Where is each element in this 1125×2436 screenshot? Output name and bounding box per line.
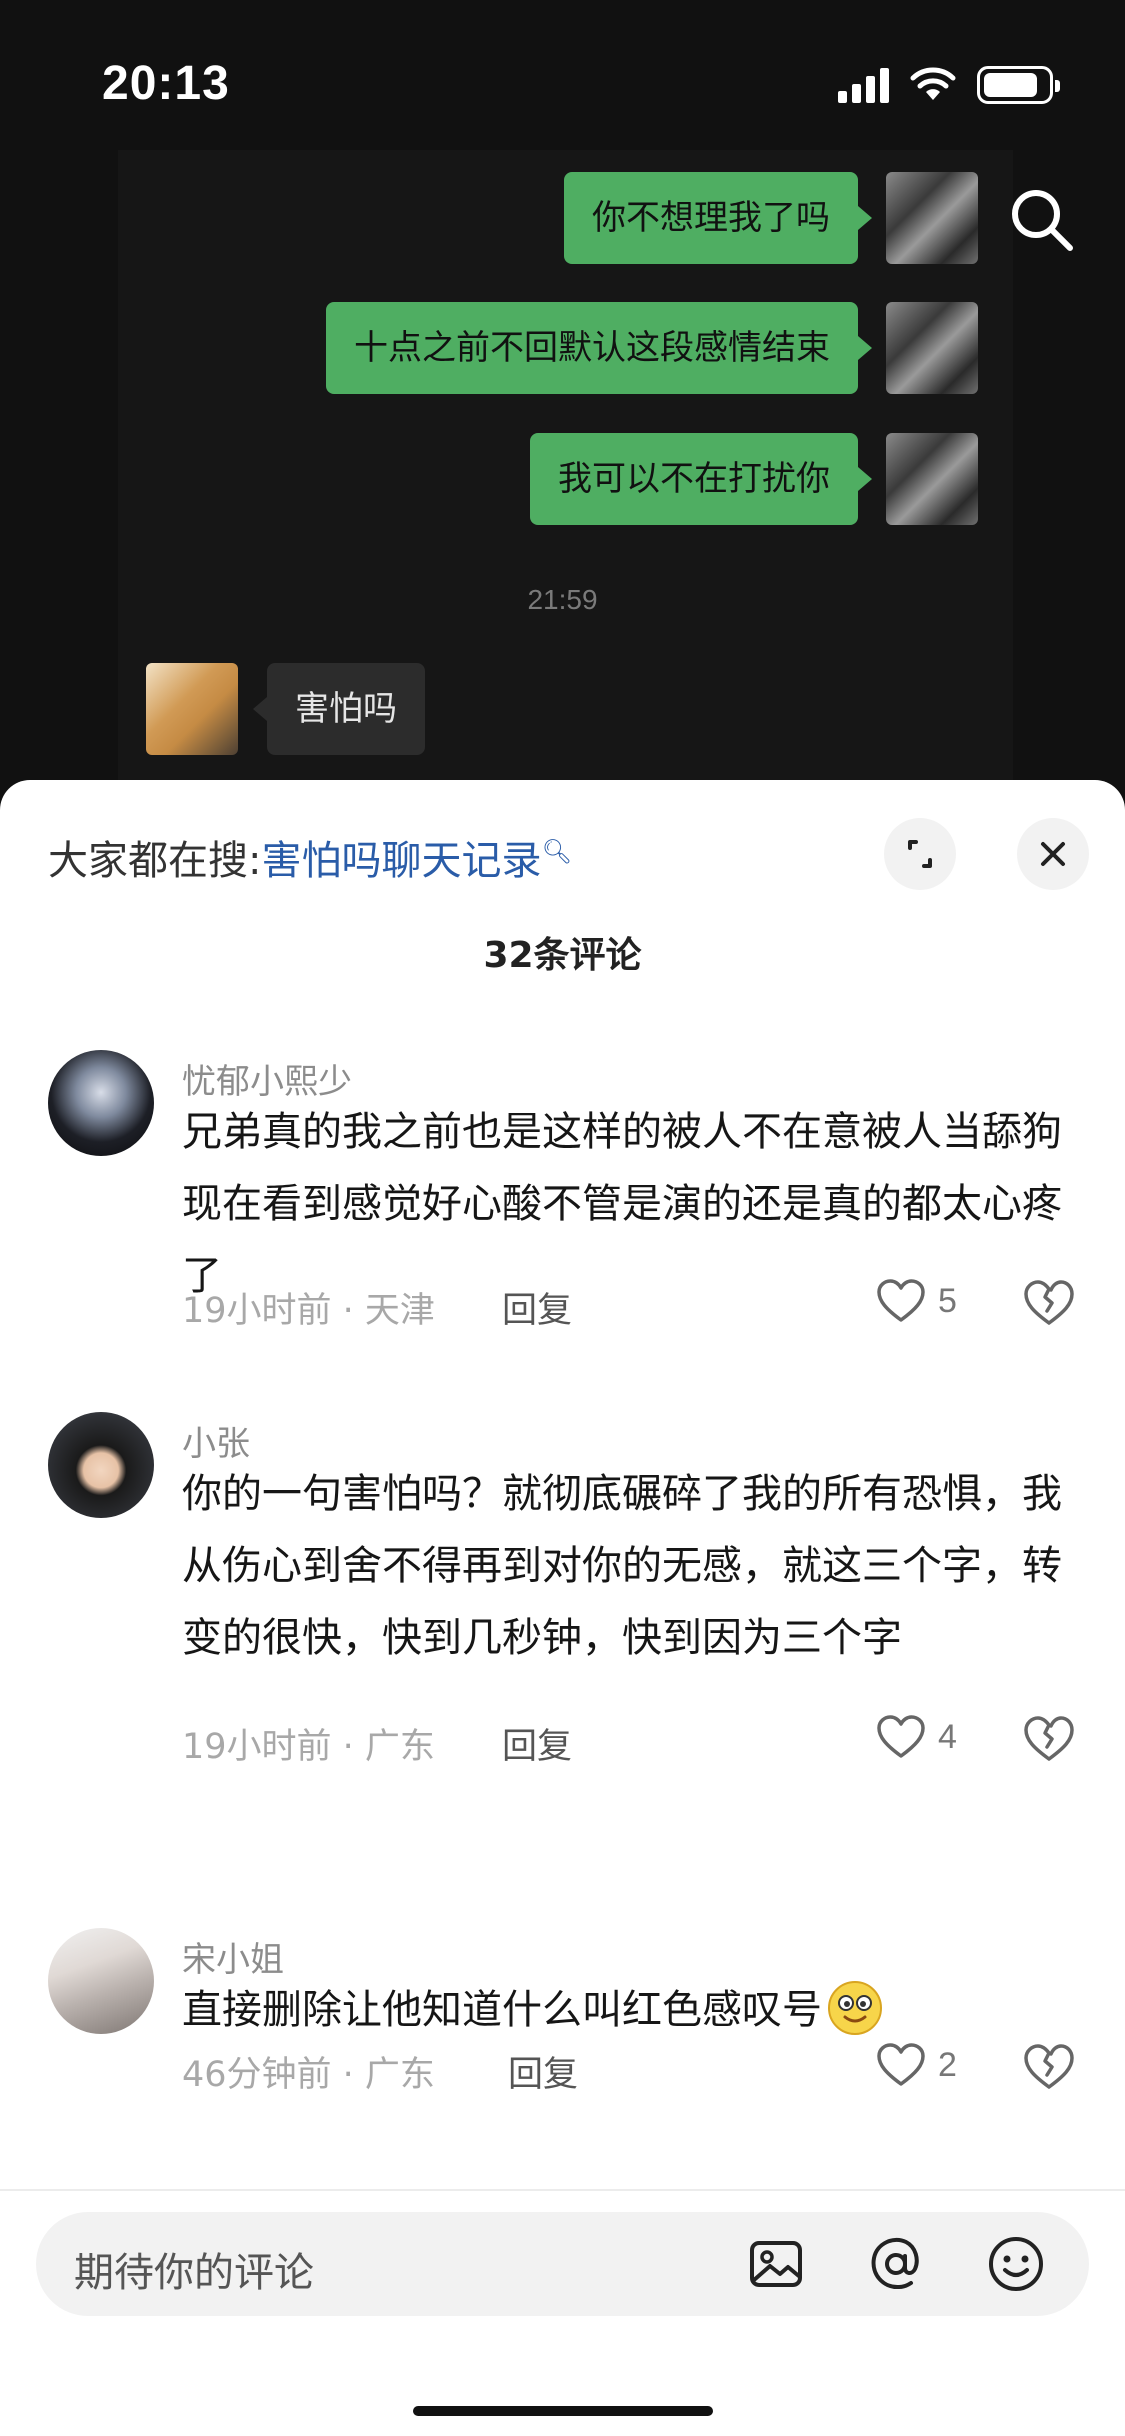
status-time: 20:13 bbox=[102, 57, 230, 110]
smile-emoji-icon bbox=[828, 1981, 882, 2035]
comment-text-content: 直接删除让他知道什么叫红色感叹号 bbox=[182, 1987, 822, 2033]
like-button[interactable]: 5 bbox=[876, 1278, 957, 1324]
comment-input[interactable]: 期待你的评论 bbox=[36, 2212, 1089, 2316]
like-count: 4 bbox=[938, 1717, 957, 1756]
comment-time-location: 46分钟前 · 广东 bbox=[182, 2055, 435, 2095]
chat-avatar-me bbox=[886, 172, 978, 264]
hot-search-bar[interactable]: 大家都在搜:害怕吗聊天记录🔍︎ bbox=[48, 828, 572, 886]
like-count: 2 bbox=[938, 2045, 957, 2084]
video-background: 20:13 你不想理我了吗 十点之前不回默认这段感情结束 我可以不在打扰你 21… bbox=[0, 0, 1125, 820]
cellular-signal-icon bbox=[838, 67, 889, 103]
comment-count: 32条评论 bbox=[483, 935, 642, 976]
chat-timestamp: 21:59 bbox=[527, 584, 598, 615]
like-button[interactable]: 4 bbox=[876, 1714, 957, 1760]
hot-search-keyword[interactable]: 害怕吗聊天记录 bbox=[261, 838, 541, 884]
broken-heart-icon[interactable] bbox=[1022, 1714, 1076, 1764]
chat-avatar-me bbox=[886, 302, 978, 394]
battery-level bbox=[984, 73, 1037, 97]
at-icon[interactable] bbox=[866, 2234, 926, 2294]
chat-bubble-sent: 我可以不在打扰你 bbox=[530, 433, 872, 525]
broken-heart-icon[interactable] bbox=[1022, 2042, 1076, 2092]
comment-time-location: 19小时前 · 天津 bbox=[182, 1291, 435, 1331]
status-icons bbox=[838, 66, 1060, 104]
divider bbox=[0, 2189, 1125, 2191]
avatar[interactable] bbox=[48, 1928, 154, 2034]
heart-icon bbox=[877, 2043, 925, 2086]
chat-bubble-sent: 十点之前不回默认这段感情结束 bbox=[326, 302, 872, 394]
like-button[interactable]: 2 bbox=[876, 2042, 957, 2088]
reply-button[interactable]: 回复 bbox=[502, 1282, 572, 1333]
close-icon bbox=[1041, 842, 1065, 866]
search-small-icon: 🔍︎ bbox=[541, 837, 572, 866]
close-button[interactable] bbox=[1017, 818, 1089, 890]
wifi-icon bbox=[910, 67, 956, 100]
battery-icon bbox=[977, 66, 1060, 104]
comment-sheet: 大家都在搜:害怕吗聊天记录🔍︎ 32条评论 忧郁小熙少 兄弟真的我之前也是这样的… bbox=[0, 780, 1125, 2436]
chat-bubble-received: 害怕吗 bbox=[253, 663, 425, 755]
expand-icon bbox=[908, 840, 932, 868]
chat-avatar-other bbox=[146, 663, 238, 755]
emoji-icon[interactable] bbox=[986, 2234, 1046, 2294]
reply-button[interactable]: 回复 bbox=[508, 2046, 578, 2097]
hot-search-prefix: 大家都在搜: bbox=[48, 838, 262, 884]
heart-icon bbox=[877, 1715, 925, 1758]
expand-button[interactable] bbox=[884, 818, 956, 890]
search-icon[interactable] bbox=[1004, 182, 1080, 258]
comment-input-placeholder: 期待你的评论 bbox=[74, 2250, 314, 2296]
home-indicator bbox=[413, 2406, 713, 2416]
avatar[interactable] bbox=[48, 1412, 154, 1518]
image-icon[interactable] bbox=[746, 2234, 806, 2294]
comment-time-location: 19小时前 · 广东 bbox=[182, 1727, 435, 1767]
heart-icon bbox=[877, 1279, 925, 1322]
chat-bubble-sent: 你不想理我了吗 bbox=[564, 172, 872, 264]
chat-avatar-me bbox=[886, 433, 978, 525]
comment-text: 直接删除让他知道什么叫红色感叹号 bbox=[182, 1974, 1082, 2046]
reply-button[interactable]: 回复 bbox=[502, 1718, 572, 1769]
like-count: 5 bbox=[938, 1281, 957, 1320]
avatar[interactable] bbox=[48, 1050, 154, 1156]
broken-heart-icon[interactable] bbox=[1022, 1278, 1076, 1328]
comment-text: 你的一句害怕吗？就彻底碾碎了我的所有恐惧，我从伤心到舍不得再到对你的无感，就这三… bbox=[182, 1471, 1062, 1661]
